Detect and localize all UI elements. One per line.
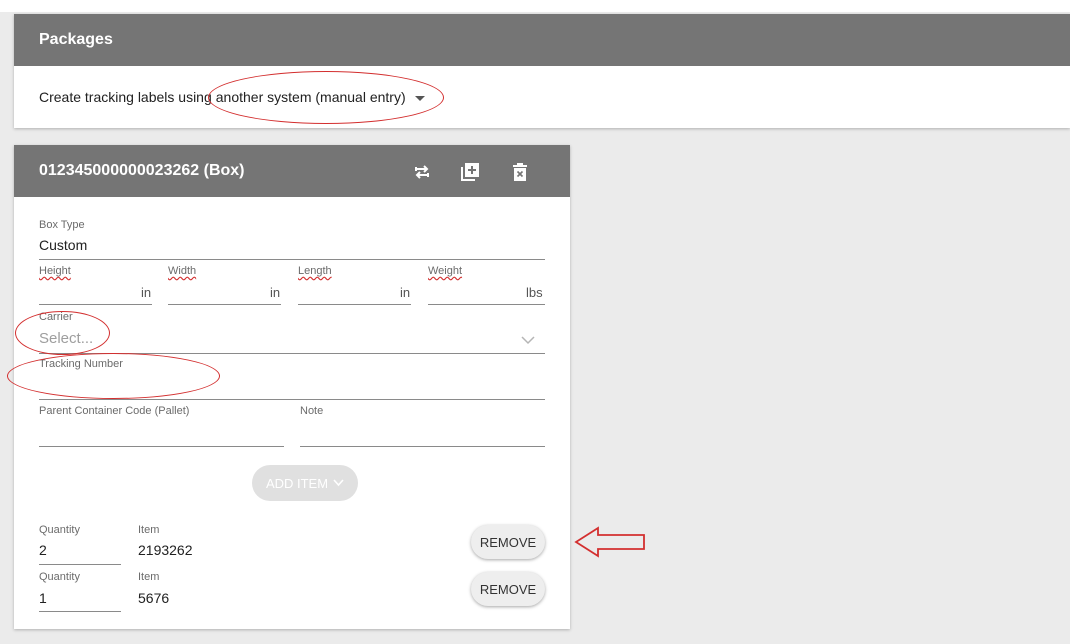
- quantity-underline: [39, 611, 121, 612]
- quantity-input[interactable]: 1: [39, 590, 47, 606]
- add-item-button[interactable]: ADD ITEM: [252, 465, 358, 501]
- box-header: 012345000000023262 (Box): [14, 145, 570, 197]
- quantity-underline: [39, 564, 121, 565]
- item-label: Item: [138, 524, 160, 536]
- add-item-label: ADD ITEM: [265, 475, 329, 491]
- width-unit: in: [270, 285, 281, 300]
- box-type-value[interactable]: Custom: [39, 237, 87, 253]
- box-type-label: Box Type: [39, 219, 85, 231]
- quantity-input[interactable]: 2: [39, 542, 47, 558]
- box-title: 012345000000023262 (Box): [39, 162, 245, 179]
- width-input[interactable]: [168, 304, 281, 305]
- annotation-arrow-icon: [574, 526, 645, 558]
- label-method-value: another system (manual entry): [215, 89, 406, 105]
- carrier-placeholder: Select...: [39, 330, 94, 347]
- box-card: 012345000000023262 (Box) Box Type Custom…: [14, 145, 570, 629]
- chevron-down-icon: [333, 479, 344, 487]
- quantity-label: Quantity: [39, 571, 80, 583]
- label-method-row: Create tracking labels using another sys…: [39, 89, 425, 105]
- carrier-underline: [39, 353, 545, 354]
- remove-button[interactable]: REMOVE: [471, 572, 545, 606]
- chevron-down-icon: [521, 336, 535, 345]
- note-input[interactable]: [300, 446, 545, 447]
- length-input[interactable]: [298, 304, 411, 305]
- packages-title: Packages: [14, 14, 1070, 66]
- carrier-label: Carrier: [39, 311, 73, 323]
- carrier-select[interactable]: Select...: [39, 327, 545, 353]
- label-method-prefix: Create tracking labels using: [39, 89, 212, 105]
- item-value: 2193262: [138, 542, 193, 558]
- delete-icon[interactable]: [510, 162, 530, 182]
- length-unit: in: [400, 285, 411, 300]
- parent-container-label: Parent Container Code (Pallet): [39, 405, 190, 417]
- height-unit: in: [141, 285, 152, 300]
- swap-icon[interactable]: [412, 162, 432, 182]
- weight-label: Weight: [428, 265, 463, 277]
- item-value: 5676: [138, 590, 170, 606]
- quantity-label: Quantity: [39, 524, 80, 536]
- add-box-icon[interactable]: [460, 162, 480, 182]
- packages-panel: Packages Create tracking labels using an…: [14, 14, 1070, 128]
- box-type-underline: [39, 259, 545, 260]
- width-label: Width: [168, 265, 197, 277]
- tracking-number-label: Tracking Number: [39, 358, 123, 370]
- tracking-number-input[interactable]: [39, 399, 545, 400]
- caret-down-icon: [414, 95, 425, 101]
- note-label: Note: [300, 405, 324, 417]
- label-method-select[interactable]: another system (manual entry): [216, 89, 425, 105]
- weight-input[interactable]: [428, 304, 545, 305]
- weight-unit: lbs: [526, 285, 543, 300]
- length-label: Length: [298, 265, 332, 277]
- parent-container-input[interactable]: [39, 446, 284, 447]
- remove-button[interactable]: REMOVE: [471, 525, 545, 559]
- top-strip: [0, 0, 1070, 12]
- item-label: Item: [138, 571, 160, 583]
- height-input[interactable]: [39, 304, 152, 305]
- height-label: Height: [39, 265, 71, 277]
